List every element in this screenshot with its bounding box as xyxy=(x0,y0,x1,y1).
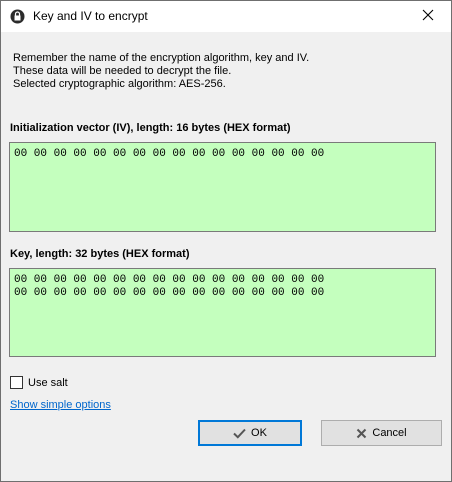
key-hex-field[interactable]: 00 00 00 00 00 00 00 00 00 00 00 00 00 0… xyxy=(9,268,436,357)
use-salt-option[interactable]: Use salt xyxy=(10,376,68,389)
cross-icon xyxy=(357,428,367,438)
close-button[interactable] xyxy=(405,1,451,32)
key-label: Key, length: 32 bytes (HEX format) xyxy=(10,248,190,260)
info-text: Remember the name of the encryption algo… xyxy=(13,52,309,91)
title-bar[interactable]: Key and IV to encrypt xyxy=(1,1,451,32)
lock-icon xyxy=(10,9,25,24)
ok-button[interactable]: OK xyxy=(198,420,302,446)
iv-label: Initialization vector (IV), length: 16 b… xyxy=(10,122,291,134)
use-salt-checkbox[interactable] xyxy=(10,376,23,389)
cancel-button[interactable]: Cancel xyxy=(321,420,442,446)
close-icon xyxy=(422,9,434,24)
cancel-label: Cancel xyxy=(372,427,407,439)
iv-hex-field[interactable]: 00 00 00 00 00 00 00 00 00 00 00 00 00 0… xyxy=(9,142,436,232)
checkmark-icon xyxy=(233,428,246,439)
use-salt-label: Use salt xyxy=(28,376,68,389)
window-title: Key and IV to encrypt xyxy=(33,9,148,23)
info-line: These data will be needed to decrypt the… xyxy=(13,65,232,77)
info-line: Remember the name of the encryption algo… xyxy=(13,52,310,64)
ok-label: OK xyxy=(251,427,267,439)
show-simple-options-link[interactable]: Show simple options xyxy=(10,399,111,411)
dialog-window: Key and IV to encrypt Remember the name … xyxy=(0,0,452,482)
info-line: Selected cryptographic algorithm: AES-25… xyxy=(13,78,226,90)
